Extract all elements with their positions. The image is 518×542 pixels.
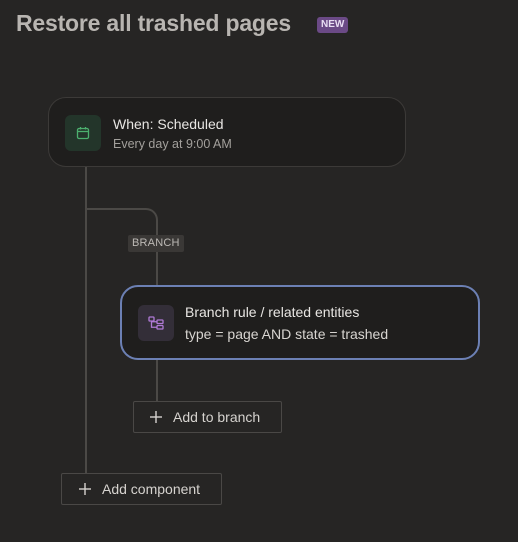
trigger-card[interactable]: When: Scheduled Every day at 9:00 AM xyxy=(48,97,406,167)
trigger-title: When: Scheduled xyxy=(113,116,224,132)
branch-tag: BRANCH xyxy=(128,235,184,252)
automation-canvas: Restore all trashed pages NEW When: Sche… xyxy=(0,0,518,542)
plus-icon xyxy=(78,482,92,496)
branch-icon xyxy=(138,305,174,341)
new-badge: NEW xyxy=(317,17,349,33)
page-title: Restore all trashed pages xyxy=(16,10,291,36)
add-to-branch-button[interactable]: Add to branch xyxy=(133,401,282,433)
add-to-branch-label: Add to branch xyxy=(173,409,261,425)
branch-rule-title: Branch rule / related entities xyxy=(185,304,360,320)
calendar-icon xyxy=(65,115,101,151)
branch-rule-card[interactable]: Branch rule / related entities type = pa… xyxy=(120,285,480,360)
add-component-label: Add component xyxy=(102,481,201,497)
plus-icon xyxy=(149,410,163,424)
branch-connector-vertical-bottom xyxy=(156,360,158,402)
branch-connector-curve xyxy=(138,208,158,228)
branch-connector-horizontal xyxy=(86,208,144,210)
trigger-subtitle: Every day at 9:00 AM xyxy=(113,137,232,151)
main-connector-line xyxy=(85,167,87,474)
add-component-button[interactable]: Add component xyxy=(61,473,222,505)
branch-rule-condition: type = page AND state = trashed xyxy=(185,326,389,342)
